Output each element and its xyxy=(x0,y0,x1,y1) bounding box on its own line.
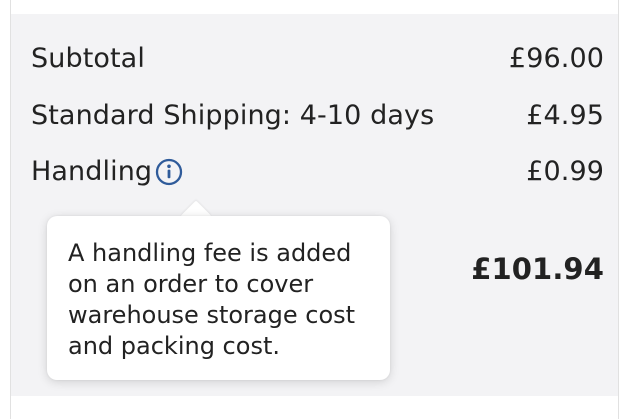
handling-row: Handling £0.99 xyxy=(31,155,604,189)
handling-value: £0.99 xyxy=(526,156,604,187)
subtotal-label: Subtotal xyxy=(31,43,145,74)
info-icon[interactable] xyxy=(155,158,183,186)
shipping-row: Standard Shipping: 4-10 days £4.95 xyxy=(31,99,604,133)
handling-tooltip-text: A handling fee is added on an order to c… xyxy=(68,239,356,360)
subtotal-row: Subtotal £96.00 xyxy=(31,42,604,76)
total-value: £101.94 xyxy=(471,252,604,286)
shipping-value: £4.95 xyxy=(526,100,604,131)
handling-label: Handling xyxy=(31,156,153,187)
panel-bottom-strip xyxy=(11,396,618,419)
subtotal-value: £96.00 xyxy=(508,43,604,74)
handling-label-group: Handling xyxy=(31,155,183,189)
shipping-label: Standard Shipping: 4-10 days xyxy=(31,100,435,131)
handling-tooltip: A handling fee is added on an order to c… xyxy=(47,216,390,380)
